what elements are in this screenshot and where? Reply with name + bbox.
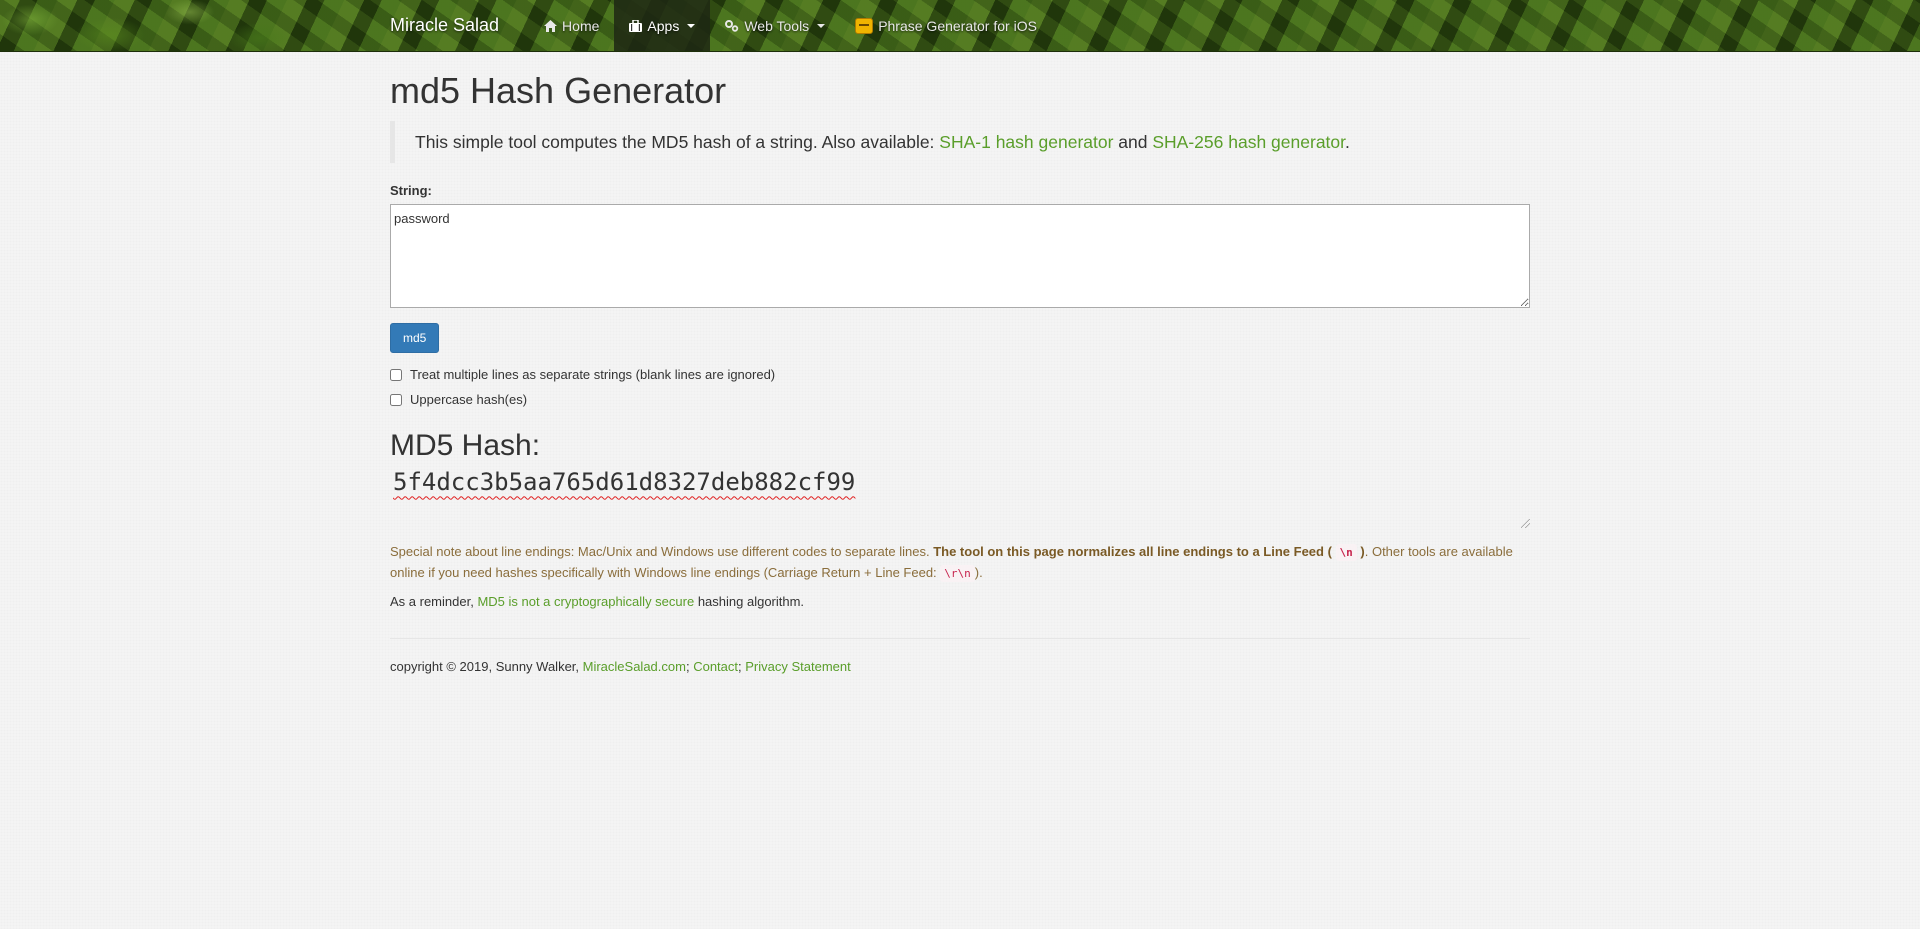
note-bold-text: The tool on this page normalizes all lin… xyxy=(933,544,1336,560)
reminder-pre: As a reminder, xyxy=(390,593,478,609)
sha1-link[interactable]: SHA-1 hash generator xyxy=(939,132,1113,152)
multiline-option: Treat multiple lines as separate strings… xyxy=(390,365,1530,384)
briefcase-icon xyxy=(629,19,643,32)
hash-output[interactable]: 5f4dcc3b5aa765d61d8327deb882cf99 xyxy=(390,468,1530,529)
crlf-code: \r\n xyxy=(940,565,975,583)
nav-phrase-generator[interactable]: Phrase Generator for iOS xyxy=(840,0,1052,51)
navbar-inner: Miracle Salad Home Apps Web Tools Phrase… xyxy=(390,0,1052,51)
site-link[interactable]: MiracleSalad.com xyxy=(583,659,686,674)
chevron-down-icon xyxy=(817,23,826,28)
nav-web-tools-label: Web Tools xyxy=(744,17,810,34)
uppercase-option: Uppercase hash(es) xyxy=(390,390,1530,409)
line-endings-note: Special note about line endings: Mac/Uni… xyxy=(390,542,1530,584)
page-footer: copyright © 2019, Sunny Walker, MiracleS… xyxy=(390,659,1530,674)
app-icon xyxy=(855,17,874,34)
nav-apps-label: Apps xyxy=(647,17,680,34)
intro-end: . xyxy=(1345,131,1350,152)
string-input[interactable]: password xyxy=(390,204,1530,309)
string-label: String: xyxy=(390,183,432,199)
note-text: Special note about line endings: Mac/Uni… xyxy=(390,544,934,560)
contact-link[interactable]: Contact xyxy=(693,659,738,674)
chevron-down-icon xyxy=(687,23,696,28)
hash-value: 5f4dcc3b5aa765d61d8327deb882cf99 xyxy=(393,468,856,497)
intro-and: and xyxy=(1113,131,1153,152)
md5-button[interactable]: md5 xyxy=(390,323,440,354)
lf-code: \n xyxy=(1335,544,1357,562)
sha256-link[interactable]: SHA-256 hash generator xyxy=(1152,132,1345,152)
footer-divider xyxy=(390,637,1530,639)
multiline-label[interactable]: Treat multiple lines as separate strings… xyxy=(410,367,775,382)
nav-home[interactable]: Home xyxy=(529,0,614,51)
intro-text: This simple tool computes the MD5 hash o… xyxy=(415,131,940,152)
md5-insecure-link[interactable]: MD5 is not a cryptographically secure xyxy=(477,594,694,609)
uppercase-checkbox[interactable] xyxy=(390,393,402,406)
nav-apps[interactable]: Apps xyxy=(614,0,711,51)
reminder-post: hashing algorithm. xyxy=(694,593,805,609)
main-container: md5 Hash Generator This simple tool comp… xyxy=(390,51,1530,674)
result-heading: MD5 Hash: xyxy=(390,429,541,463)
home-icon xyxy=(544,19,558,32)
page-title: md5 Hash Generator xyxy=(390,70,727,111)
resize-grip-icon[interactable] xyxy=(1521,519,1530,529)
copyright-text: copyright © 2019, Sunny Walker, xyxy=(390,658,583,674)
note-bold: The tool on this page normalizes all lin… xyxy=(933,544,1365,562)
privacy-link[interactable]: Privacy Statement xyxy=(745,659,851,674)
nav-home-label: Home xyxy=(562,17,600,34)
intro-blockquote: This simple tool computes the MD5 hash o… xyxy=(390,120,1530,164)
note-text-3: ). xyxy=(974,565,983,581)
top-navbar: Miracle Salad Home Apps Web Tools Phrase… xyxy=(0,0,1920,52)
gears-icon xyxy=(725,19,739,32)
security-reminder: As a reminder, MD5 is not a cryptographi… xyxy=(390,594,1530,609)
brand-link[interactable]: Miracle Salad xyxy=(390,0,514,51)
multiline-checkbox[interactable] xyxy=(390,368,402,381)
nav-web-tools[interactable]: Web Tools xyxy=(710,0,840,51)
note-bold-end: ) xyxy=(1356,544,1365,560)
uppercase-label[interactable]: Uppercase hash(es) xyxy=(410,392,527,407)
nav-phrase-generator-label: Phrase Generator for iOS xyxy=(878,17,1037,34)
